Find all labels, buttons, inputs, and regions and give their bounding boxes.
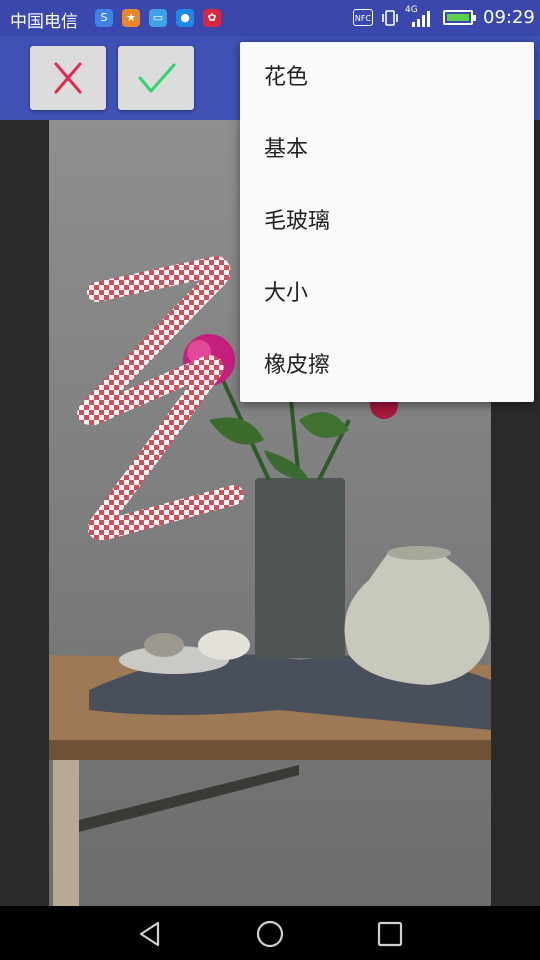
menu-item-pattern[interactable]: 花色 <box>240 42 534 114</box>
cancel-button[interactable] <box>30 46 106 110</box>
menu-item-eraser[interactable]: 橡皮擦 <box>240 330 534 402</box>
menu-item-basic[interactable]: 基本 <box>240 114 534 186</box>
battery-icon <box>443 10 476 25</box>
confirm-button[interactable] <box>118 46 194 110</box>
carrier-label: 中国电信 <box>10 12 78 32</box>
brush-options-menu: 花色 基本 毛玻璃 大小 橡皮擦 <box>240 42 534 402</box>
nfc-icon: NFC <box>353 9 373 26</box>
navigation-bar <box>0 906 540 960</box>
fox-icon: ★ <box>122 9 140 27</box>
back-triangle-icon[interactable] <box>136 920 164 948</box>
menu-item-frosted-glass[interactable]: 毛玻璃 <box>240 186 534 258</box>
menu-item-size[interactable]: 大小 <box>240 258 534 330</box>
signal-icon <box>412 11 430 27</box>
huawei-icon: ✿ <box>203 9 221 27</box>
close-icon <box>54 62 82 94</box>
chat-icon: ● <box>176 9 194 27</box>
android-icon: ▭ <box>149 9 167 27</box>
check-icon <box>138 63 176 93</box>
clock: 09:29 <box>483 7 535 28</box>
vibrate-icon <box>382 10 398 26</box>
sogou-icon: S <box>95 9 113 27</box>
status-bar: 中国电信 S ★ ▭ ● ✿ NFC 4G 09:29 <box>0 0 540 36</box>
home-circle-icon[interactable] <box>255 919 285 949</box>
recents-square-icon[interactable] <box>376 920 404 948</box>
